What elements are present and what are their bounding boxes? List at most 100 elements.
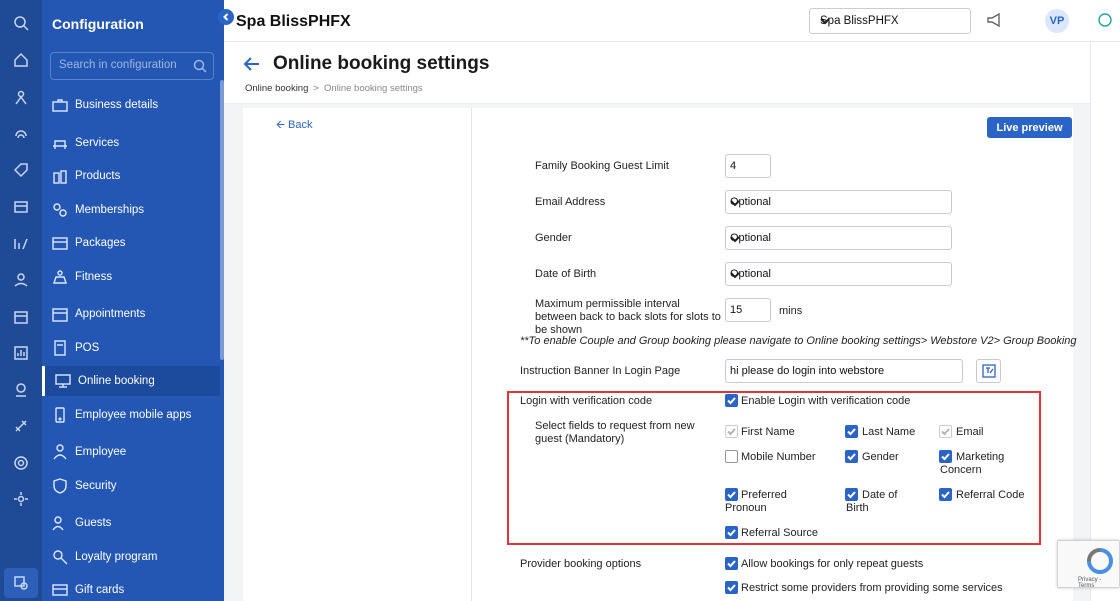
sidebar-search[interactable] xyxy=(50,52,214,80)
recaptcha-text: Privacy - Terms xyxy=(1078,577,1102,589)
family-limit-label: Family Booking Guest Limit xyxy=(535,160,669,172)
people-icon[interactable] xyxy=(11,88,31,108)
monitor-icon xyxy=(55,373,71,389)
referral-code-label: Referral Code xyxy=(956,489,1025,501)
location-select-value: Spa BlissPHFX xyxy=(820,15,899,27)
brand-name: Spa BlissPHFX xyxy=(236,13,351,30)
top-header: Spa BlissPHFX Spa BlissPHFX VP xyxy=(224,0,1120,42)
sidebar-item-services[interactable]: Services xyxy=(42,128,220,158)
report-icon[interactable] xyxy=(11,343,31,363)
sidebar-item-products[interactable]: Products xyxy=(42,161,220,191)
calendar-icon[interactable] xyxy=(11,307,31,327)
chart-icon[interactable] xyxy=(11,233,31,253)
search-input[interactable] xyxy=(59,59,189,71)
sidebar-item-appointments[interactable]: Appointments xyxy=(42,299,220,329)
mobile-apps-icon xyxy=(52,407,68,423)
sidebar-item-pos[interactable]: POS xyxy=(42,333,220,363)
fingerprint-icon[interactable] xyxy=(11,124,31,144)
shield-icon xyxy=(52,478,68,494)
sidebar-item-memberships[interactable]: Memberships xyxy=(42,195,220,225)
sidebar-item-fitness[interactable]: Fitness xyxy=(42,262,220,292)
interval-input[interactable] xyxy=(725,298,771,322)
settings-nav-panel xyxy=(243,108,471,601)
dob-select[interactable]: Optional xyxy=(725,262,952,286)
box-icon[interactable] xyxy=(11,197,31,217)
mobile-number-checkbox[interactable] xyxy=(725,450,738,463)
sidebar-item-business-details[interactable]: Business details xyxy=(42,90,220,120)
right-edge-panel xyxy=(1090,42,1120,601)
sidebar-item-online-booking[interactable]: Online booking xyxy=(42,366,220,396)
sidebar-item-label: Security xyxy=(75,480,117,492)
megaphone-icon[interactable] xyxy=(986,11,1006,31)
breadcrumb-online-booking[interactable]: Online booking xyxy=(245,83,308,94)
sidebar-item-label: Guests xyxy=(75,517,112,529)
group-booking-note: **To enable Couple and Group booking ple… xyxy=(520,335,1077,347)
banner-input[interactable] xyxy=(725,359,963,383)
last-name-label: Last Name xyxy=(862,426,916,438)
email-select[interactable]: Optional xyxy=(725,190,952,214)
date-of-birth-label: Date of Birth xyxy=(846,489,898,514)
sidebar-title: Configuration xyxy=(52,16,144,32)
email-field-label: Email xyxy=(956,426,984,438)
help-bot-icon[interactable] xyxy=(1096,11,1116,31)
live-preview-button[interactable]: Live preview xyxy=(987,117,1072,138)
sidebar-item-label: Fitness xyxy=(75,271,113,283)
referral-code-checkbox[interactable] xyxy=(939,488,952,501)
sidebar-item-label: Loyalty program xyxy=(75,551,158,563)
sidebar-item-security[interactable]: Security xyxy=(42,471,220,501)
search-icon[interactable] xyxy=(11,13,31,33)
email-label: Email Address xyxy=(535,196,606,208)
gender-checkbox[interactable] xyxy=(845,450,858,463)
tag-icon[interactable] xyxy=(11,160,31,180)
recaptcha-badge[interactable]: Privacy - Terms xyxy=(1057,540,1120,589)
sidebar-item-label: Employee xyxy=(75,446,127,458)
sidebar-item-employee[interactable]: Employee xyxy=(42,437,220,467)
configuration-sidebar: Configuration Business details Services … xyxy=(42,0,224,601)
restrict-providers-checkbox[interactable] xyxy=(725,581,738,594)
breadcrumb: Online booking > Online booking settings xyxy=(245,83,423,94)
referral-source-checkbox[interactable] xyxy=(725,526,738,539)
sidebar-item-employee-mobile-apps[interactable]: Employee mobile apps xyxy=(42,400,220,430)
hand-icon[interactable] xyxy=(11,270,31,290)
fitness-icon xyxy=(52,269,68,285)
home-icon[interactable] xyxy=(11,50,31,70)
gender-select[interactable]: Optional xyxy=(725,226,952,250)
marketing-concern-label: Marketing Concern xyxy=(940,451,1005,476)
last-name-checkbox[interactable] xyxy=(845,425,858,438)
repeat-guests-checkbox[interactable] xyxy=(725,557,738,570)
location-select[interactable]: Spa BlissPHFX xyxy=(809,8,971,34)
sidebar-item-loyalty-program[interactable]: Loyalty program xyxy=(42,542,220,572)
translate-icon xyxy=(981,364,996,378)
family-limit-input[interactable] xyxy=(725,154,771,178)
settings-gear-icon[interactable] xyxy=(11,489,31,509)
first-name-checkbox xyxy=(725,425,738,438)
sidebar-item-label: POS xyxy=(75,342,100,354)
enable-login-checkbox[interactable] xyxy=(725,394,738,407)
translate-button[interactable] xyxy=(976,359,1001,383)
provider-options-label: Provider booking options xyxy=(520,558,642,570)
sidebar-item-label: Gift cards xyxy=(75,584,125,596)
search-icon xyxy=(193,59,207,73)
loyalty-icon xyxy=(52,549,68,565)
back-arrow-icon[interactable] xyxy=(242,54,262,74)
collapse-sidebar-button[interactable] xyxy=(218,9,234,25)
chevron-down-icon xyxy=(730,198,740,208)
configuration-icon[interactable] xyxy=(4,568,38,598)
icon-rail xyxy=(0,0,42,601)
integrations-icon[interactable] xyxy=(11,416,31,436)
sidebar-item-guests[interactable]: Guests xyxy=(42,508,220,538)
sidebar-item-label: Employee mobile apps xyxy=(75,409,192,421)
sidebar-item-packages[interactable]: Packages xyxy=(42,228,220,258)
sidebar-item-label: Services xyxy=(75,137,120,149)
sidebar-item-label: Appointments xyxy=(75,308,146,320)
back-link[interactable]: 🡨 Back xyxy=(276,116,312,135)
chevron-down-icon xyxy=(820,16,830,26)
avatar[interactable]: VP xyxy=(1045,9,1069,33)
gift-card-icon xyxy=(52,582,68,598)
analytics-icon[interactable] xyxy=(11,380,31,400)
support-icon[interactable] xyxy=(11,453,31,473)
back-link-label: Back xyxy=(288,119,313,131)
restrict-providers-label: Restrict some providers from providing s… xyxy=(741,582,1003,594)
sidebar-item-gift-cards[interactable]: Gift cards xyxy=(42,575,220,601)
chevron-down-icon xyxy=(730,270,740,280)
